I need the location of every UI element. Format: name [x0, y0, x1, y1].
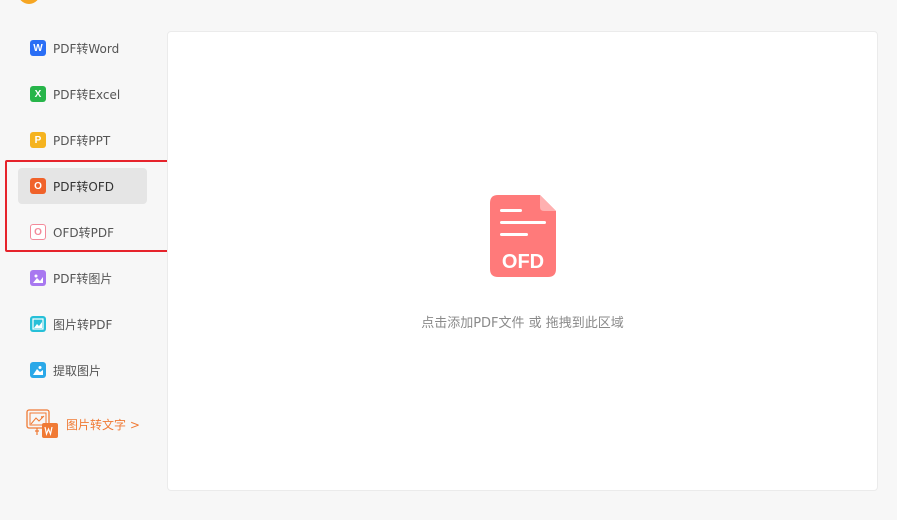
image-to-pdf-icon: [30, 316, 46, 332]
sidebar-item-pdf-to-ppt[interactable]: P PDF转PPT: [18, 122, 147, 158]
sidebar-item-extract-image[interactable]: 提取图片: [18, 352, 147, 388]
image-to-text-label: 图片转文字 >: [66, 417, 140, 432]
ofd-file-icon-label: OFD: [502, 251, 544, 273]
sidebar-item-pdf-to-excel[interactable]: X PDF转Excel: [18, 76, 147, 112]
sidebar-item-label: PDF转PPT: [53, 133, 111, 148]
sidebar-item-label: 图片转PDF: [53, 317, 113, 332]
sidebar-item-ofd-to-pdf[interactable]: O OFD转PDF: [18, 214, 147, 250]
sidebar-item-label: PDF转Excel: [53, 87, 121, 102]
sidebar-item-label: 提取图片: [53, 363, 102, 378]
ofd-file-icon: OFD: [490, 195, 556, 277]
ofd-to-pdf-icon: O: [30, 224, 46, 240]
sidebar-item-pdf-to-image[interactable]: PDF转图片: [18, 260, 147, 296]
sidebar-item-pdf-to-word[interactable]: W PDF转Word: [18, 30, 147, 66]
file-drop-zone[interactable]: OFD 点击添加PDF文件 或 拖拽到此区域: [167, 31, 878, 491]
sidebar-item-pdf-to-ofd[interactable]: O PDF转OFD: [18, 168, 147, 204]
word-icon: W: [30, 40, 46, 56]
sidebar-item-label: PDF转Word: [53, 41, 120, 56]
sidebar-item-image-to-pdf[interactable]: 图片转PDF: [18, 306, 147, 342]
extract-image-icon: [30, 362, 46, 378]
sidebar-item-label: PDF转OFD: [53, 179, 114, 194]
image-to-text-link[interactable]: 图片转文字 >: [26, 409, 140, 439]
sidebar-item-label: OFD转PDF: [53, 225, 114, 240]
excel-icon: X: [30, 86, 46, 102]
image-icon: [30, 270, 46, 286]
drop-hint-text: 点击添加PDF文件 或 拖拽到此区域: [421, 316, 624, 331]
ppt-icon: P: [30, 132, 46, 148]
sidebar-item-label: PDF转图片: [53, 271, 113, 286]
sidebar: W PDF转Word X PDF转Excel P PDF转PPT O PDF转O…: [0, 0, 167, 520]
image-to-text-icon: [26, 409, 58, 438]
ofd-icon: O: [30, 178, 46, 194]
